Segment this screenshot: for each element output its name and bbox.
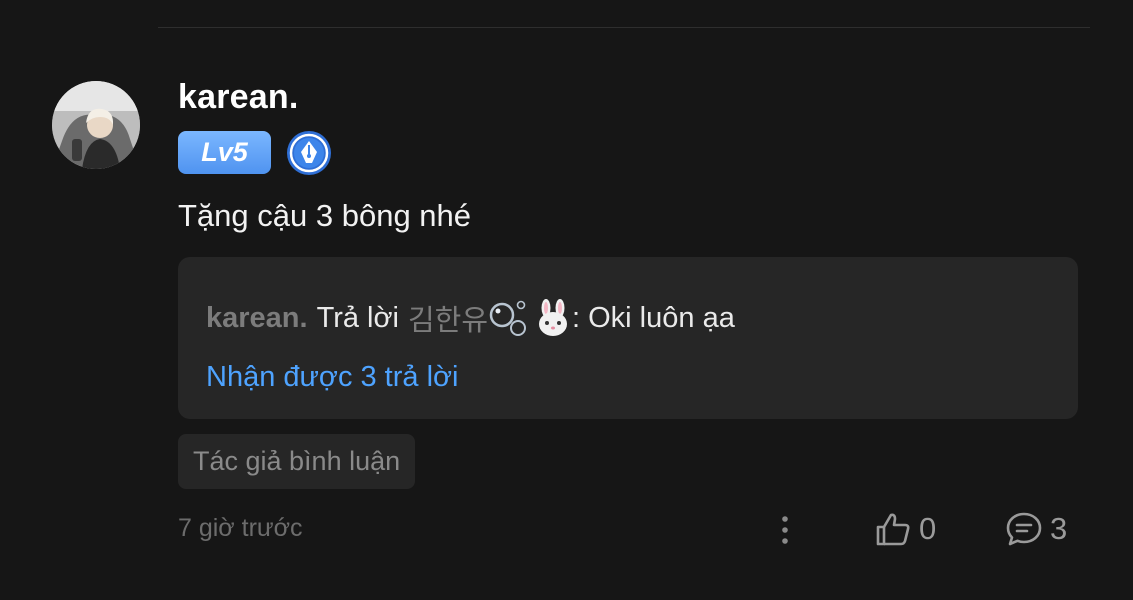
timestamp: 7 giờ trước <box>178 514 303 542</box>
reply-author[interactable]: karean. <box>206 302 308 335</box>
thumbs-up-icon <box>876 513 910 546</box>
reply-connector: Trả lời <box>316 301 399 334</box>
comment-author-tag: Tác giả bình luận <box>178 434 416 489</box>
avatar-photo <box>52 81 140 169</box>
reply-message: : Oki luôn ạa <box>572 301 735 334</box>
username[interactable]: karean. <box>178 78 298 117</box>
like-count: 0 <box>919 511 937 546</box>
pen-nib-icon <box>286 130 332 176</box>
reply-preview-line: karean. Trả lời 김한유 : Oki luôn ạa <box>206 297 735 339</box>
top-divider <box>158 27 1090 28</box>
reply-preview-box[interactable]: karean. Trả lời 김한유 : Oki luôn ạa Nhận đ… <box>178 257 1078 419</box>
view-replies-link[interactable]: Nhận được 3 trả lời <box>206 361 459 394</box>
level-badge: Lv5 <box>178 131 271 174</box>
avatar[interactable] <box>52 81 140 169</box>
comment-bubble-icon <box>1006 512 1042 546</box>
reply-target-user[interactable]: 김한유 <box>408 297 488 339</box>
reply-count-number: 3 <box>1050 511 1068 546</box>
comment-text: Tặng cậu 3 bông nhé <box>178 198 472 233</box>
bubbles-emoji <box>488 299 530 337</box>
rabbit-emoji <box>534 299 572 337</box>
like-button[interactable]: 0 <box>873 507 936 551</box>
more-options-icon[interactable] <box>770 510 800 550</box>
reply-button[interactable]: 3 <box>1004 507 1067 551</box>
